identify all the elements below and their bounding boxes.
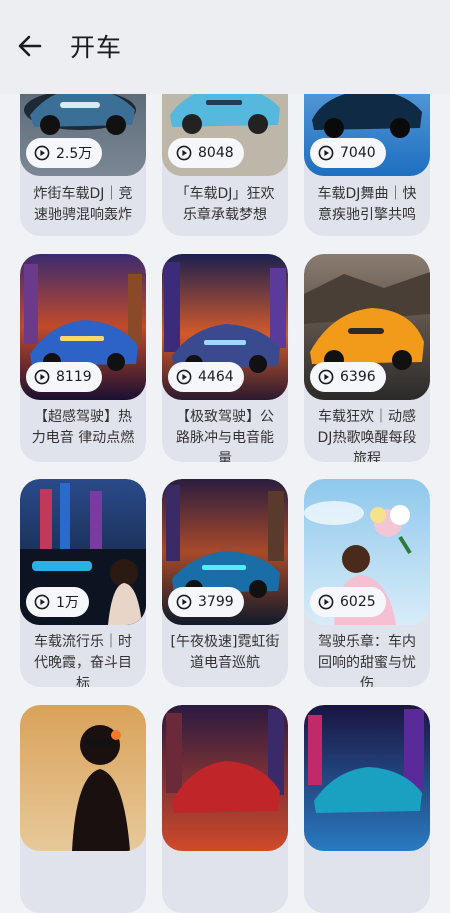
playlist-cover bbox=[162, 705, 288, 851]
playlist-title: 车载狂欢｜动感DJ热歌唤醒每段旅程 bbox=[317, 409, 417, 462]
play-count-badge: 6025 bbox=[310, 587, 386, 617]
playlist-card[interactable]: 8119 【超感驾驶】热力电音 律动点燃 bbox=[20, 254, 146, 462]
playlist-title: 【极致驾驶】公路脉冲与电音能量 bbox=[176, 409, 274, 462]
play-circle-icon bbox=[34, 594, 50, 610]
play-count: 2.5万 bbox=[56, 146, 93, 162]
play-count: 7040 bbox=[340, 145, 376, 161]
play-count: 6025 bbox=[340, 594, 376, 610]
playlist-cover: 8119 bbox=[20, 254, 146, 400]
playlist-cover bbox=[20, 705, 146, 851]
play-circle-icon bbox=[318, 594, 334, 610]
play-count-badge: 7040 bbox=[310, 138, 386, 168]
playlist-card[interactable]: 4464 【极致驾驶】公路脉冲与电音能量 bbox=[162, 254, 288, 462]
play-count-badge: 6396 bbox=[310, 362, 386, 392]
playlist-card[interactable]: 6396 车载狂欢｜动感DJ热歌唤醒每段旅程 bbox=[304, 254, 430, 462]
play-count-badge: 4464 bbox=[168, 362, 244, 392]
playlist-card[interactable] bbox=[304, 705, 430, 913]
play-circle-icon bbox=[176, 145, 192, 161]
play-count: 8048 bbox=[198, 145, 234, 161]
play-count: 6396 bbox=[340, 369, 376, 385]
playlist-title: 车载流行乐｜时代晚霞，奋斗目标 bbox=[34, 634, 132, 687]
play-count-badge: 2.5万 bbox=[26, 138, 103, 168]
playlist-card[interactable]: 3799 [午夜极速]霓虹街道电音巡航 bbox=[162, 479, 288, 687]
play-count-badge: 1万 bbox=[26, 587, 89, 617]
play-circle-icon bbox=[34, 145, 50, 161]
play-circle-icon bbox=[176, 594, 192, 610]
play-count: 3799 bbox=[198, 594, 234, 610]
play-count: 4464 bbox=[198, 369, 234, 385]
playlist-cover: 3799 bbox=[162, 479, 288, 625]
page-title: 开车 bbox=[70, 33, 123, 62]
play-count-badge: 3799 bbox=[168, 587, 244, 617]
playlist-card[interactable] bbox=[162, 705, 288, 913]
playlist-cover bbox=[304, 705, 430, 851]
playlist-title: 炸街车载DJ｜竞速驰骋混响轰炸 bbox=[33, 186, 133, 223]
playlist-cover: 4464 bbox=[162, 254, 288, 400]
playlist-grid: 2.5万 炸街车载DJ｜竞速驰骋混响轰炸 8048 「车载DJ」狂欢乐章承载梦想 bbox=[20, 0, 430, 913]
back-arrow-icon[interactable] bbox=[14, 30, 46, 62]
play-count: 8119 bbox=[56, 369, 92, 385]
playlist-cover: 6396 bbox=[304, 254, 430, 400]
play-count-badge: 8119 bbox=[26, 362, 102, 392]
playlist-title: 「车载DJ」狂欢乐章承载梦想 bbox=[175, 186, 275, 223]
playlist-card[interactable]: 6025 驾驶乐章：车内回响的甜蜜与忧伤 bbox=[304, 479, 430, 687]
playlist-title: 车载DJ舞曲｜快意疾驰引擎共鸣 bbox=[317, 186, 417, 223]
app-header: 开车 bbox=[0, 0, 450, 94]
play-circle-icon bbox=[318, 145, 334, 161]
playlist-cover: 6025 bbox=[304, 479, 430, 625]
playlist-title: 【超感驾驶】热力电音 律动点燃 bbox=[31, 409, 135, 446]
playlist-title: [午夜极速]霓虹街道电音巡航 bbox=[170, 634, 280, 671]
play-circle-icon bbox=[318, 369, 334, 385]
play-count-badge: 8048 bbox=[168, 138, 244, 168]
play-circle-icon bbox=[176, 369, 192, 385]
playlist-cover: 1万 bbox=[20, 479, 146, 625]
play-count: 1万 bbox=[56, 595, 79, 611]
playlist-title: 驾驶乐章：车内回响的甜蜜与忧伤 bbox=[318, 634, 416, 687]
playlist-card[interactable]: 1万 车载流行乐｜时代晚霞，奋斗目标 bbox=[20, 479, 146, 687]
playlist-card[interactable] bbox=[20, 705, 146, 913]
play-circle-icon bbox=[34, 369, 50, 385]
